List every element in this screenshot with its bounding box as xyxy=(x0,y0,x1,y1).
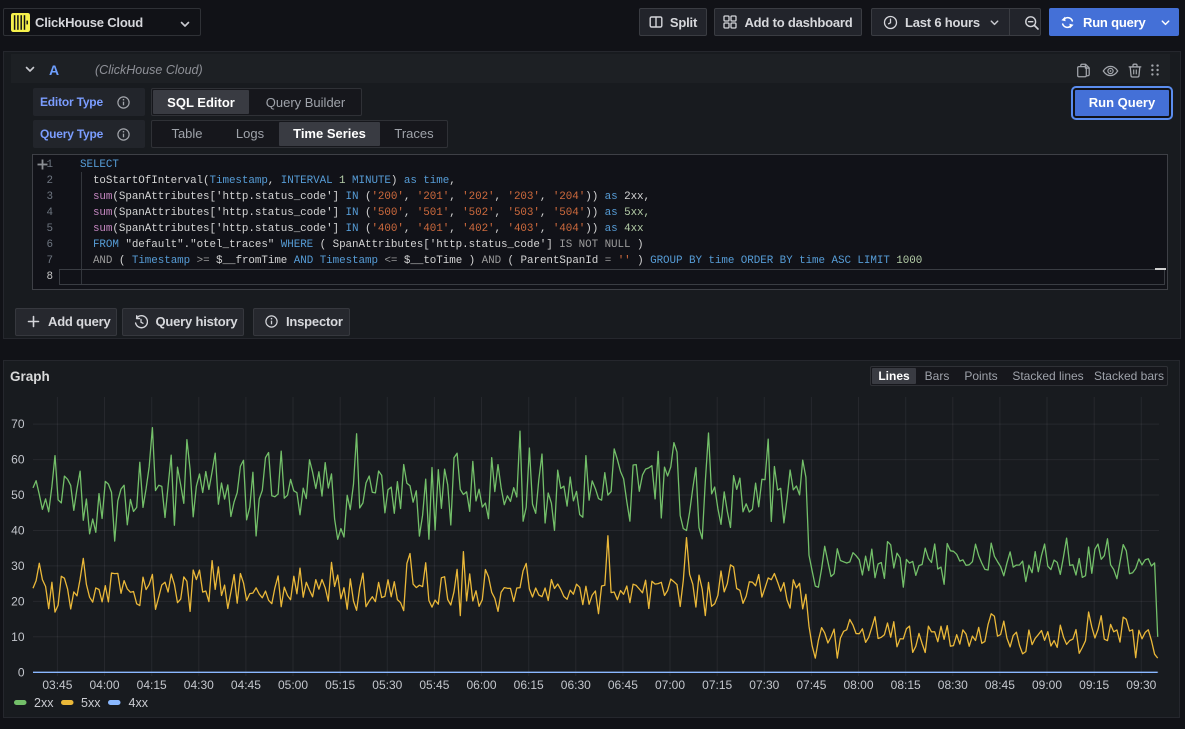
svg-text:60: 60 xyxy=(11,453,25,467)
svg-text:40: 40 xyxy=(11,524,25,538)
svg-text:05:15: 05:15 xyxy=(325,678,355,692)
svg-text:06:45: 06:45 xyxy=(608,678,638,692)
svg-text:05:00: 05:00 xyxy=(278,678,308,692)
svg-text:06:30: 06:30 xyxy=(561,678,591,692)
svg-text:05:45: 05:45 xyxy=(419,678,449,692)
svg-text:05:30: 05:30 xyxy=(372,678,402,692)
svg-text:70: 70 xyxy=(11,417,25,431)
svg-text:08:15: 08:15 xyxy=(891,678,921,692)
svg-text:04:00: 04:00 xyxy=(89,678,119,692)
svg-text:08:00: 08:00 xyxy=(843,678,873,692)
svg-text:04:45: 04:45 xyxy=(231,678,261,692)
svg-text:08:45: 08:45 xyxy=(985,678,1015,692)
svg-text:09:00: 09:00 xyxy=(1032,678,1062,692)
svg-text:03:45: 03:45 xyxy=(42,678,72,692)
svg-text:04:30: 04:30 xyxy=(184,678,214,692)
svg-text:07:30: 07:30 xyxy=(749,678,779,692)
svg-text:07:15: 07:15 xyxy=(702,678,732,692)
svg-text:20: 20 xyxy=(11,594,25,608)
svg-text:5xx: 5xx xyxy=(81,696,101,710)
svg-text:08:30: 08:30 xyxy=(938,678,968,692)
svg-text:06:00: 06:00 xyxy=(466,678,496,692)
svg-text:0: 0 xyxy=(18,665,25,679)
svg-text:04:15: 04:15 xyxy=(137,678,167,692)
svg-text:30: 30 xyxy=(11,559,25,573)
svg-text:09:15: 09:15 xyxy=(1079,678,1109,692)
svg-text:4xx: 4xx xyxy=(129,696,149,710)
svg-text:09:30: 09:30 xyxy=(1126,678,1156,692)
svg-text:07:00: 07:00 xyxy=(655,678,685,692)
svg-text:2xx: 2xx xyxy=(34,696,54,710)
svg-text:06:15: 06:15 xyxy=(514,678,544,692)
svg-text:50: 50 xyxy=(11,488,25,502)
svg-text:10: 10 xyxy=(11,630,25,644)
svg-text:07:45: 07:45 xyxy=(796,678,826,692)
